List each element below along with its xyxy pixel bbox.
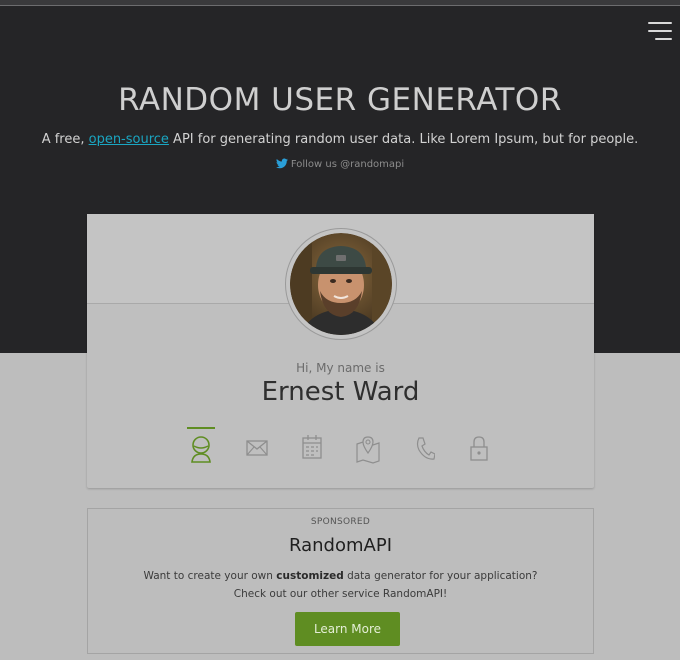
hamburger-icon[interactable] <box>648 22 672 42</box>
subtitle-prefix: A free, <box>41 132 89 147</box>
tab-password[interactable] <box>464 432 494 466</box>
mail-icon <box>246 440 268 456</box>
avatar <box>285 228 397 340</box>
learn-more-button[interactable]: Learn More <box>295 612 400 646</box>
profile-card: Hi, My name is Ernest Ward <box>87 214 594 488</box>
tab-birthday[interactable] <box>297 432 327 466</box>
active-tab-indicator <box>187 427 215 429</box>
lock-icon <box>470 436 488 461</box>
greeting-label: Hi, My name is <box>296 361 385 375</box>
page-title: RANDOM USER GENERATOR <box>118 82 562 118</box>
sponsored-line1-bold: customized <box>276 570 344 582</box>
tab-email[interactable] <box>242 432 272 466</box>
map-icon <box>356 436 380 464</box>
twitter-follow-link[interactable]: Follow us @randomapi <box>0 158 680 170</box>
twitter-icon <box>275 158 288 169</box>
sponsored-line1-prefix: Want to create your own <box>143 570 277 582</box>
hero-subtitle: A free, open-source API for generating r… <box>0 132 680 147</box>
tab-phone[interactable] <box>410 432 440 466</box>
subtitle-suffix: API for generating random user data. Lik… <box>168 132 639 147</box>
sponsored-title: RandomAPI <box>289 535 392 556</box>
sponsored-text: Want to create your own customized data … <box>88 567 593 603</box>
user-photo <box>290 233 392 335</box>
user-name: Ernest Ward <box>261 377 420 407</box>
sponsored-label: SPONSORED <box>310 517 371 527</box>
calendar-icon <box>302 435 322 459</box>
sponsored-box: SPONSORED RandomAPI Want to create your … <box>87 508 594 654</box>
tab-user[interactable] <box>186 432 216 466</box>
tab-location[interactable] <box>353 432 383 466</box>
open-source-link[interactable]: open-source <box>89 132 169 147</box>
twitter-text: Follow us @randomapi <box>290 159 405 170</box>
sponsored-line2: Check out our other service RandomAPI! <box>233 588 448 600</box>
user-icon <box>191 436 211 463</box>
sponsored-line1-suffix: data generator for your application? <box>343 570 538 582</box>
phone-icon <box>416 437 435 460</box>
